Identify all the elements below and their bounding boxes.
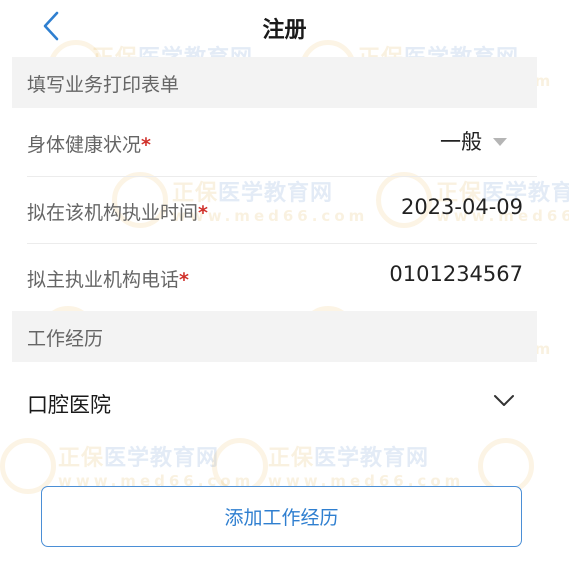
field-label: 拟在该机构执业时间* xyxy=(27,202,208,224)
watermark: 正保医学教育网 www.med66.com xyxy=(58,446,255,490)
practice-time-field[interactable]: 拟在该机构执业时间* 2023-04-09 xyxy=(12,177,537,243)
required-mark: * xyxy=(179,269,189,291)
page-title: 注册 xyxy=(262,18,307,43)
work-experience-name: 口腔医院 xyxy=(27,393,111,417)
add-work-experience-button[interactable]: 添加工作经历 xyxy=(41,486,522,547)
section-header-print-form: 填写业务打印表单 xyxy=(12,57,537,108)
field-label: 身体健康状况* xyxy=(27,134,151,156)
phone-field[interactable]: 拟主执业机构电话* 0101234567 xyxy=(12,244,537,310)
section-title: 填写业务打印表单 xyxy=(27,74,180,96)
section-title: 工作经历 xyxy=(27,328,104,350)
watermark: 正保医学教育网 www.med66.com xyxy=(268,446,465,490)
section-header-work-experience: 工作经历 xyxy=(12,311,537,362)
phone-value: 0101234567 xyxy=(389,262,523,286)
caret-down-icon xyxy=(493,138,507,146)
health-status-value: 一般 xyxy=(440,130,482,154)
work-experience-item[interactable]: 口腔医院 xyxy=(12,370,537,436)
field-label: 拟主执业机构电话* xyxy=(27,269,189,291)
nav-bar: 注册 xyxy=(0,0,569,52)
chevron-down-icon xyxy=(494,395,514,406)
required-mark: * xyxy=(141,134,151,156)
required-mark: * xyxy=(198,202,208,224)
practice-time-value: 2023-04-09 xyxy=(400,195,523,219)
health-status-select[interactable]: 身体健康状况* 一般 xyxy=(12,109,537,175)
